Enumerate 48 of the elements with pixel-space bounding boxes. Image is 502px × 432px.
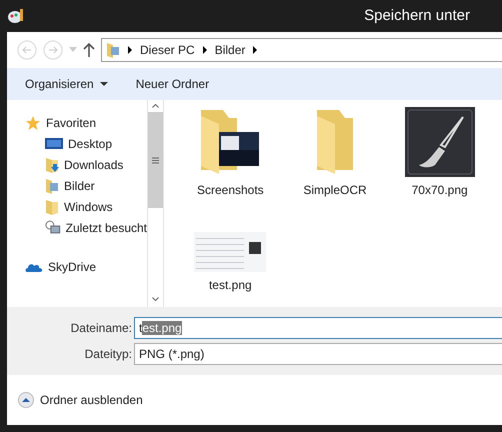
sidebar-item[interactable]: Zuletzt besucht xyxy=(25,217,147,238)
palette-icon xyxy=(7,8,25,24)
scroll-down-icon[interactable] xyxy=(152,297,159,301)
address-bar[interactable]: Dieser PC Bilder xyxy=(101,38,502,62)
sidebar-group[interactable]: SkyDrive xyxy=(25,256,147,277)
input-text: test.png xyxy=(139,320,182,337)
forward-icon[interactable] xyxy=(43,40,63,60)
folder-icon xyxy=(45,198,59,214)
file-name[interactable]: Screenshots xyxy=(196,181,264,199)
brush-image-icon xyxy=(404,107,475,177)
clock-and-monitor-icon xyxy=(45,220,61,236)
folder-with-picture-icon xyxy=(106,42,120,58)
collapse-button[interactable]: Ordner ausblenden xyxy=(18,391,143,409)
field-label: Dateiname: xyxy=(70,320,133,337)
file-name[interactable]: 70x70.png xyxy=(412,181,468,199)
field-label: Dateityp: xyxy=(84,346,133,363)
monitor-icon xyxy=(45,136,63,150)
caret-icon xyxy=(100,82,108,86)
breadcrumb-separator-icon xyxy=(202,46,207,54)
breadcrumb[interactable]: Bilder xyxy=(214,41,246,59)
breadcrumb[interactable]: Dieser PC xyxy=(140,41,195,59)
caret-icon[interactable] xyxy=(69,47,77,53)
folder-with-picture-icon xyxy=(201,110,260,174)
up-arrow-icon[interactable] xyxy=(83,43,95,57)
sidebar-item[interactable]: Downloads xyxy=(25,154,147,175)
scroll-up-icon[interactable] xyxy=(152,104,159,108)
collapse-icon xyxy=(18,392,34,408)
sidebar-item[interactable]: Bilder xyxy=(25,175,147,196)
toolbar-button[interactable]: Organisieren xyxy=(25,75,108,93)
file-name[interactable]: test.png xyxy=(208,276,252,294)
toolbar-button[interactable]: Neuer Ordner xyxy=(136,75,210,93)
file-name[interactable]: SimpleOCR xyxy=(303,181,367,199)
back-icon[interactable] xyxy=(17,40,37,60)
folder-with-arrow-icon xyxy=(45,156,59,172)
sidebar-group[interactable]: Favoriten xyxy=(25,112,147,133)
folder-with-picture-icon xyxy=(45,178,59,194)
sidebar-item[interactable]: Desktop xyxy=(25,133,147,154)
breadcrumb-separator-icon xyxy=(128,46,132,54)
folder-icon xyxy=(316,110,353,174)
dropdown[interactable]: PNG (*.png) xyxy=(134,343,502,365)
sidebar-item[interactable]: Windows xyxy=(25,196,147,217)
window-title: Speichern unter xyxy=(364,6,470,26)
grip-icon xyxy=(152,156,159,164)
breadcrumb-separator-icon xyxy=(253,46,258,54)
scrollbar[interactable] xyxy=(147,100,164,307)
table-image-icon xyxy=(194,232,266,272)
star-icon xyxy=(25,114,41,130)
input-field[interactable]: test.png xyxy=(134,317,502,339)
